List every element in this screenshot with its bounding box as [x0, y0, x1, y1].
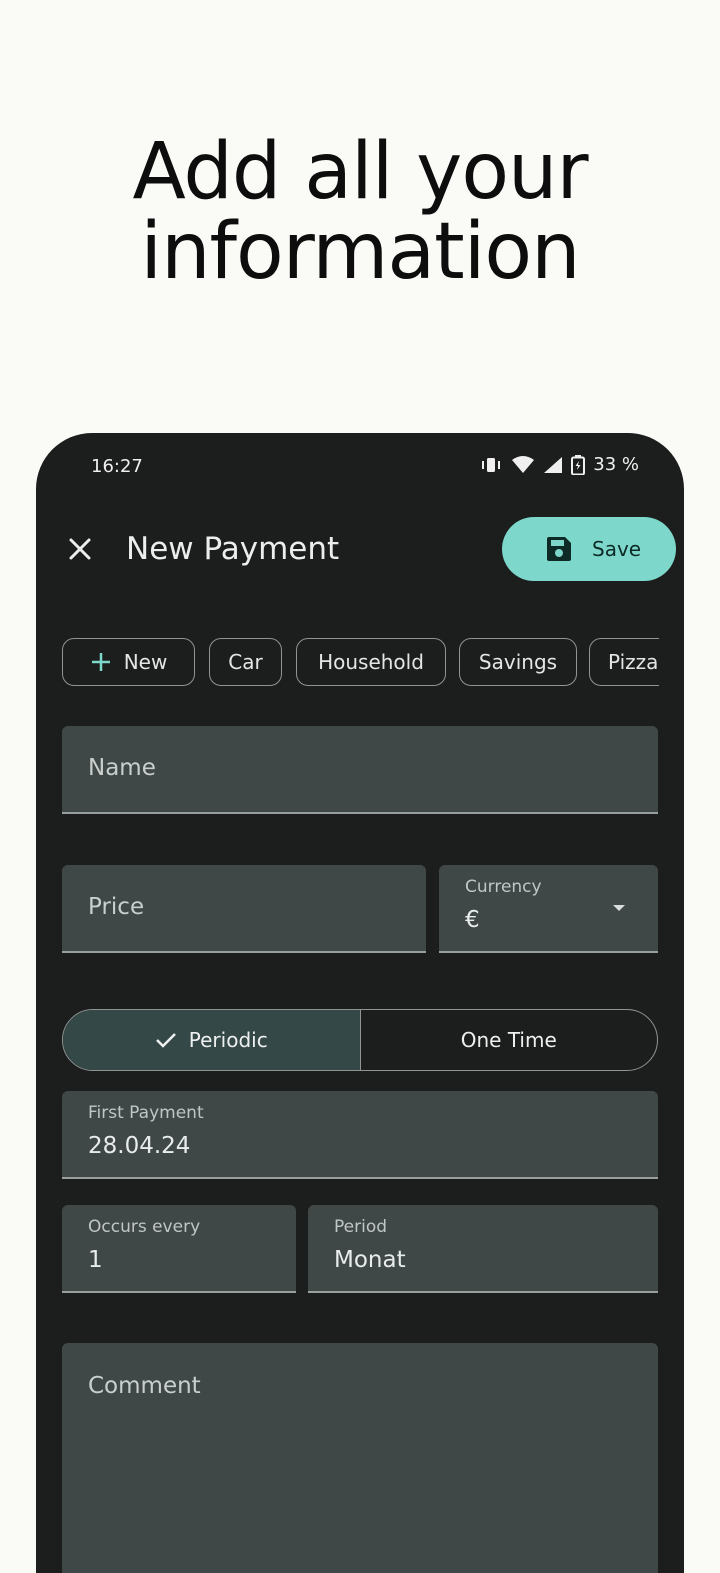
- battery-percent: 33 %: [593, 454, 639, 475]
- occurs-every-value: 1: [88, 1247, 103, 1273]
- chip-savings[interactable]: Savings: [459, 638, 577, 686]
- period-value: Monat: [334, 1247, 406, 1273]
- save-button-label: Save: [592, 537, 642, 561]
- period-label: Period: [334, 1217, 388, 1237]
- occurs-every-label: Occurs every: [88, 1217, 201, 1237]
- currency-select[interactable]: Currency €: [439, 865, 658, 953]
- chip-household-label: Household: [318, 650, 424, 674]
- chip-pizza-label: Pizza: [608, 650, 659, 674]
- currency-label: Currency: [465, 877, 542, 897]
- first-payment-label: First Payment: [88, 1103, 204, 1123]
- battery-icon: [571, 454, 586, 475]
- save-icon: [547, 537, 571, 561]
- chip-car[interactable]: Car: [209, 638, 282, 686]
- close-button[interactable]: [64, 533, 96, 565]
- app-bar: New Payment Save: [36, 517, 684, 581]
- chip-savings-label: Savings: [478, 650, 558, 674]
- status-icons: 33 %: [479, 454, 639, 475]
- comment-field[interactable]: Comment: [62, 1343, 658, 1573]
- name-placeholder: Name: [88, 755, 156, 781]
- periodic-option[interactable]: Periodic: [63, 1010, 361, 1070]
- category-chips: New Car Household Savings Pizza: [62, 638, 659, 688]
- first-payment-field[interactable]: First Payment 28.04.24: [62, 1091, 658, 1179]
- check-icon: [155, 1033, 176, 1048]
- plus-icon: [91, 653, 110, 671]
- first-payment-value: 28.04.24: [88, 1133, 191, 1159]
- headline: Add all your information: [0, 132, 720, 292]
- occurs-every-field[interactable]: Occurs every 1: [62, 1205, 296, 1293]
- period-field[interactable]: Period Monat: [308, 1205, 658, 1293]
- save-button[interactable]: Save: [502, 517, 676, 581]
- comment-placeholder: Comment: [88, 1373, 201, 1399]
- phone-screen: 16:27 33 % New Payment Save New Car Hous…: [36, 433, 684, 1573]
- status-bar: 16:27 33 %: [36, 433, 684, 497]
- chip-household[interactable]: Household: [296, 638, 446, 686]
- dropdown-arrow-icon: [613, 905, 625, 911]
- price-placeholder: Price: [88, 894, 145, 920]
- price-field[interactable]: Price: [62, 865, 426, 953]
- chip-car-label: Car: [228, 650, 263, 674]
- periodic-label: Periodic: [188, 1028, 268, 1052]
- headline-line-2: information: [140, 207, 580, 297]
- currency-value: €: [465, 907, 480, 933]
- chip-pizza[interactable]: Pizza: [589, 638, 659, 686]
- page-title: New Payment: [126, 531, 340, 567]
- one-time-option[interactable]: One Time: [361, 1010, 658, 1070]
- status-time: 16:27: [91, 456, 143, 477]
- name-field[interactable]: Name: [62, 726, 658, 814]
- headline-line-1: Add all your: [132, 127, 588, 217]
- chip-new[interactable]: New: [62, 638, 195, 686]
- payment-type-toggle: Periodic One Time: [62, 1009, 658, 1071]
- one-time-label: One Time: [460, 1028, 557, 1052]
- vibrate-icon: [479, 456, 503, 474]
- wifi-icon: [511, 455, 535, 474]
- signal-icon: [543, 456, 563, 474]
- close-icon: [69, 538, 91, 560]
- chip-new-label: New: [123, 650, 168, 674]
